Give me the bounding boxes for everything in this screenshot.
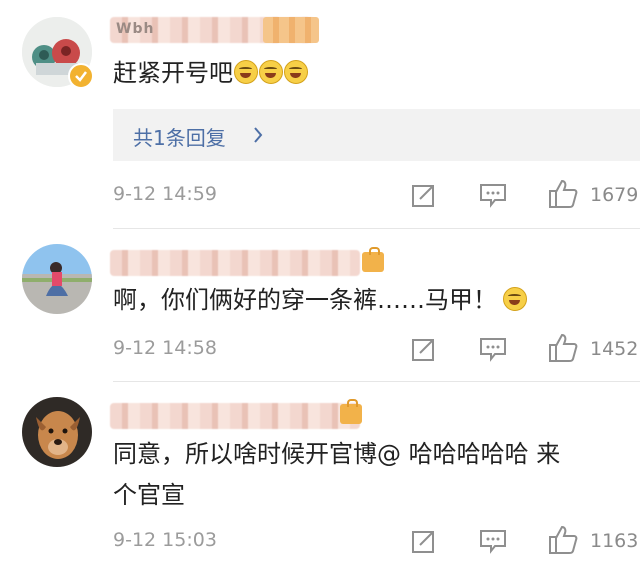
share-icon[interactable] xyxy=(410,527,438,555)
member-badge-icon xyxy=(340,399,362,424)
divider xyxy=(113,228,640,229)
comment-time: 9-12 14:59 xyxy=(113,183,217,205)
comment-text-content: 赶紧开号吧 xyxy=(113,59,233,87)
member-badge-icon xyxy=(362,247,384,272)
avatar-image xyxy=(22,397,92,467)
thumbs-up-icon[interactable] xyxy=(548,178,578,210)
comment-icon[interactable] xyxy=(479,336,507,362)
comment-time: 9-12 14:58 xyxy=(113,337,217,359)
username-visible-fragment: Wbh xyxy=(116,21,155,37)
laugh-cry-emoji-icon xyxy=(259,60,283,84)
reply-summary-box[interactable]: 共1条回复 xyxy=(113,109,640,161)
badge-blurred xyxy=(263,17,319,43)
chevron-right-icon xyxy=(254,127,263,143)
reply-summary-label[interactable]: 共1条回复 xyxy=(133,122,226,151)
username-blurred[interactable] xyxy=(110,403,360,429)
laugh-cry-emoji-icon xyxy=(503,287,527,311)
share-icon[interactable] xyxy=(410,181,438,209)
share-icon[interactable] xyxy=(410,335,438,363)
comment-text: 啊，你们俩好的穿一条裤……马甲！ xyxy=(113,284,527,316)
laugh-cry-emoji-icon xyxy=(284,60,308,84)
like-count: 1163 xyxy=(590,530,639,552)
comment-icon[interactable] xyxy=(479,528,507,554)
username-blurred[interactable] xyxy=(110,250,360,276)
divider xyxy=(113,381,640,382)
laugh-cry-emoji-icon xyxy=(234,60,258,84)
like-count: 1679 xyxy=(590,184,639,206)
thumbs-up-icon[interactable] xyxy=(548,524,578,556)
avatar[interactable] xyxy=(22,244,92,314)
verified-badge-icon xyxy=(68,63,94,89)
comment-text-line-1: 同意，所以啥时候开官博@ 哈哈哈哈哈 来 xyxy=(113,440,561,468)
avatar-image xyxy=(22,244,92,314)
comment-time: 9-12 15:03 xyxy=(113,529,217,551)
comment-icon[interactable] xyxy=(479,182,507,208)
like-count: 1452 xyxy=(590,338,639,360)
comment-text-line-2: 个官宣 xyxy=(113,481,185,509)
comment-text-content: 啊，你们俩好的穿一条裤……马甲！ xyxy=(113,286,497,314)
thumbs-up-icon[interactable] xyxy=(548,332,578,364)
avatar[interactable] xyxy=(22,397,92,467)
comment-text: 赶紧开号吧 xyxy=(113,57,308,89)
